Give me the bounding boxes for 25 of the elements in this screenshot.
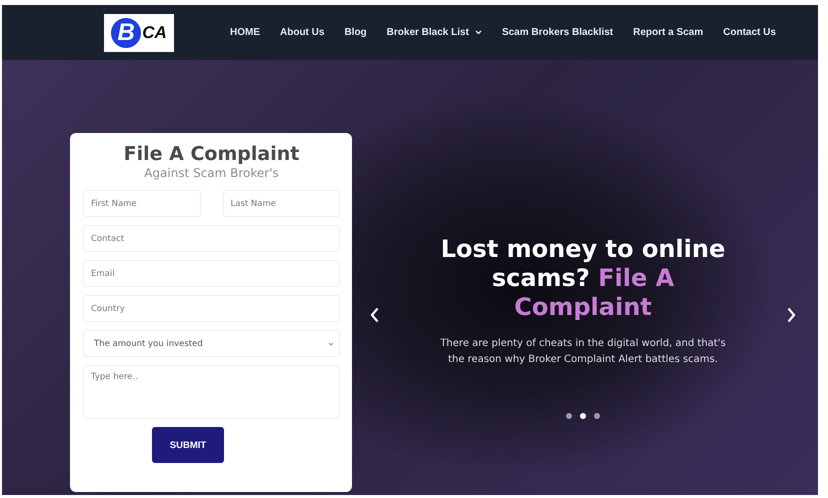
- nav-link[interactable]: Blog: [344, 27, 367, 38]
- nav-link[interactable]: Report a Scam: [633, 27, 704, 38]
- input-field[interactable]: Last Name: [222, 190, 340, 217]
- form-subtitle: Against Scam Broker's: [143, 166, 280, 181]
- nav-link[interactable]: About Us: [280, 27, 324, 38]
- hero-description: There are plenty of cheats in the digital world, and that's the reason why Broker Complaint Alert battles scams.: [439, 337, 727, 367]
- nav-link[interactable]: Contact Us: [723, 27, 776, 38]
- input-field[interactable]: First Name: [83, 190, 200, 217]
- message-field[interactable]: Type here..: [83, 365, 340, 419]
- input-field[interactable]: Email: [83, 260, 340, 287]
- caret-icon: [328, 342, 334, 346]
- hero-headline: Lost money to online scams? File A Complaint: [440, 235, 726, 322]
- carousel-dot[interactable]: [580, 413, 586, 419]
- caret-icon[interactable]: [474, 30, 482, 35]
- carousel-dot[interactable]: [566, 413, 572, 419]
- nav-link[interactable]: HOME: [230, 27, 260, 38]
- form-title: File A Complaint: [122, 142, 300, 166]
- amount-dropdown[interactable]: The amount you invested: [83, 330, 340, 357]
- logo[interactable]: B CA: [104, 14, 174, 52]
- input-field[interactable]: Contact: [83, 225, 340, 252]
- nav-link[interactable]: Scam Brokers Blacklist: [502, 27, 614, 38]
- submit-button[interactable]: SUBMIT: [152, 427, 224, 463]
- input-field[interactable]: Country: [83, 295, 340, 322]
- nav-link[interactable]: Broker Black List: [386, 27, 482, 38]
- carousel-dot[interactable]: [594, 413, 600, 419]
